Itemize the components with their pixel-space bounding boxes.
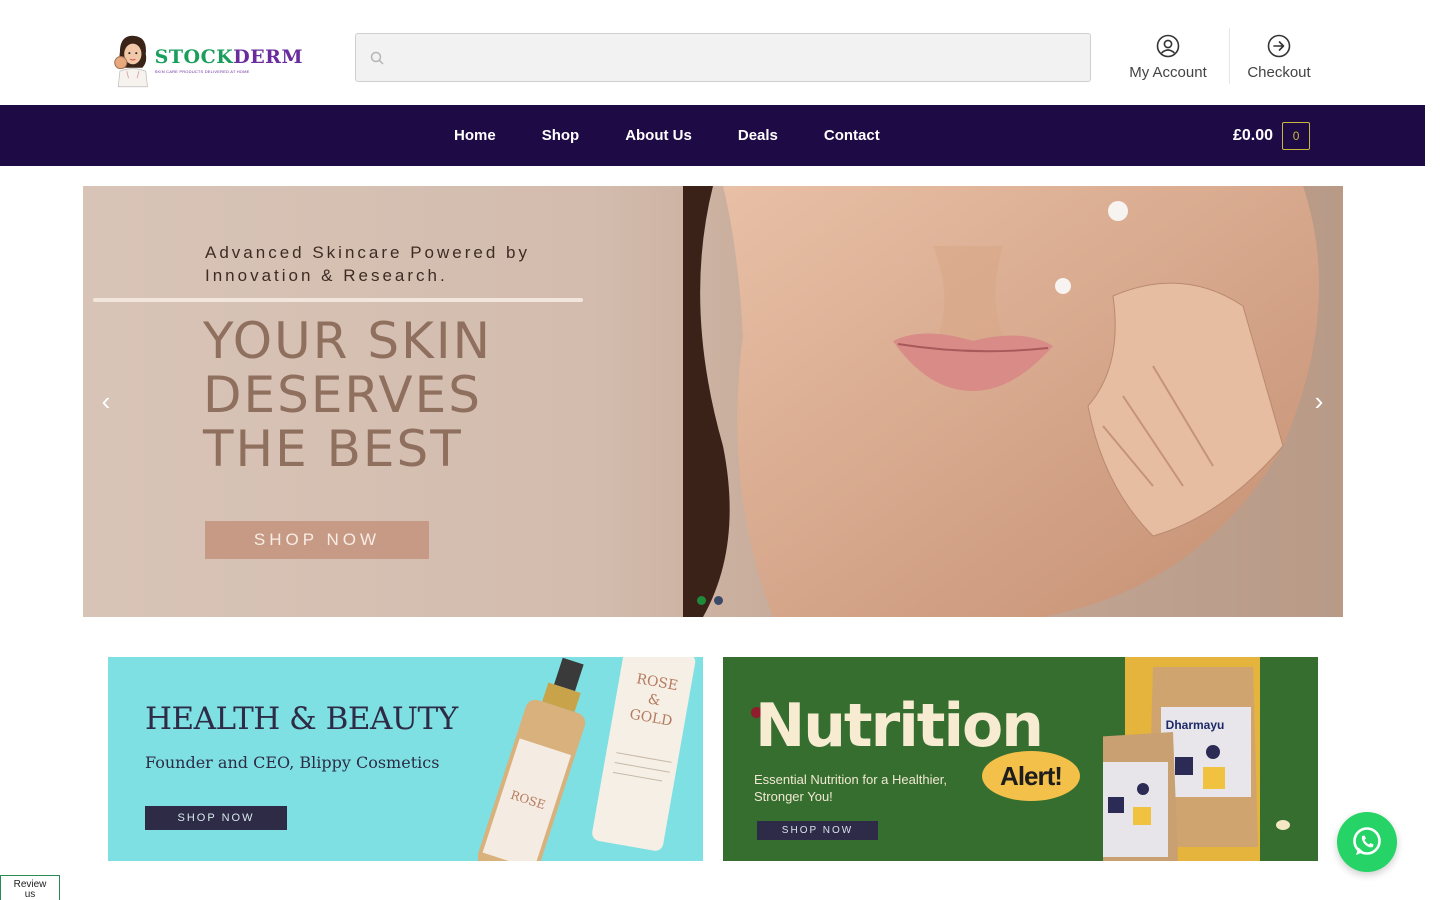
main-nav: Home Shop About Us Deals Contact £0.00 0 <box>0 105 1425 166</box>
toner-bottle-image: ROSE & GOLD <box>592 657 696 851</box>
site-logo[interactable]: STOCKDERM SKIN CARE PRODUCTS DELIVERED A… <box>113 28 303 92</box>
nutrition-banner[interactable]: Nutrition Alert! Essential Nutrition for… <box>723 657 1318 861</box>
health-banner-title: HEALTH & BEAUTY <box>145 701 458 737</box>
nav-item-shop[interactable]: Shop <box>519 127 603 144</box>
nutrition-banner-title: Nutrition <box>755 691 1044 761</box>
nav-item-about-us[interactable]: About Us <box>602 127 715 144</box>
nav-item-home[interactable]: Home <box>431 127 519 144</box>
logo-text-derm: DERM <box>233 45 303 68</box>
hero-subtitle-line-2: Innovation & Research. <box>205 266 448 285</box>
hero-subtitle-line-1: Advanced Skincare Powered by <box>205 243 530 262</box>
nutrition-subtitle-line-1: Essential Nutrition for a Healthier, <box>754 772 947 787</box>
nav-menu: Home Shop About Us Deals Contact <box>431 105 903 166</box>
slider-next-arrow-icon[interactable]: › <box>1306 386 1332 416</box>
nutrition-shop-now-button[interactable]: SHOP NOW <box>757 821 878 840</box>
hero-title-line-2: DESERVES <box>203 366 482 424</box>
hero-title-line-1: YOUR SKIN <box>203 312 493 370</box>
supplement-pouches-image: Dharmayu <box>1103 657 1290 861</box>
hero-shop-now-button[interactable]: SHOP NOW <box>205 521 429 559</box>
checkout-label: Checkout <box>1247 64 1311 81</box>
search-icon <box>370 51 384 65</box>
nav-item-deals[interactable]: Deals <box>715 127 801 144</box>
logo-text-stock: STOCK <box>154 45 234 68</box>
user-icon <box>1156 34 1180 58</box>
hero-slider: Advanced Skincare Powered by Innovation … <box>83 186 1343 617</box>
arrow-right-circle-icon <box>1267 34 1291 58</box>
review-us-label-line-2: us <box>24 889 36 900</box>
site-header: STOCKDERM SKIN CARE PRODUCTS DELIVERED A… <box>0 0 1425 105</box>
nutrition-banner-subtitle: Essential Nutrition for a Healthier, Str… <box>754 771 984 805</box>
page: STOCKDERM SKIN CARE PRODUCTS DELIVERED A… <box>0 0 1440 900</box>
health-banner-subtitle: Founder and CEO, Blippy Cosmetics <box>145 753 440 772</box>
slider-dot-2[interactable] <box>714 596 723 605</box>
hero-subtitle: Advanced Skincare Powered by Innovation … <box>205 241 565 287</box>
slider-dots <box>697 596 723 605</box>
my-account-label: My Account <box>1129 64 1207 81</box>
review-us-tab[interactable]: Review us <box>0 875 60 900</box>
search-bar <box>355 33 1091 82</box>
checkout-link[interactable]: Checkout <box>1229 34 1329 88</box>
slider-prev-arrow-icon[interactable]: ‹ <box>93 386 119 416</box>
nutrition-alert-badge: Alert! <box>982 751 1080 801</box>
logo-tagline: SKIN CARE PRODUCTS DELIVERED AT HOME <box>154 68 250 74</box>
pouch-brand-label: Dharmayu <box>1166 718 1225 732</box>
search-input[interactable] <box>392 42 1072 73</box>
hero-divider <box>93 298 583 302</box>
health-shop-now-button[interactable]: SHOP NOW <box>145 806 287 830</box>
hero-model-image <box>683 186 1319 617</box>
health-beauty-banner[interactable]: HEALTH & BEAUTY Founder and CEO, Blippy … <box>108 657 703 861</box>
my-account-link[interactable]: My Account <box>1118 34 1218 88</box>
hero-title-line-3: THE BEST <box>203 420 463 478</box>
whatsapp-chat-button[interactable] <box>1337 812 1397 872</box>
nav-item-contact[interactable]: Contact <box>801 127 903 144</box>
slider-dot-1[interactable] <box>697 596 706 605</box>
hero-title: YOUR SKIN DESERVES THE BEST <box>203 314 563 476</box>
mini-cart[interactable]: £0.00 0 <box>1233 121 1311 151</box>
whatsapp-icon <box>1353 827 1381 855</box>
cart-total: £0.00 <box>1233 127 1274 144</box>
cart-count-badge: 0 <box>1282 122 1311 150</box>
logo-face-icon <box>114 35 148 88</box>
nutrition-subtitle-line-2: Stronger You! <box>754 789 833 804</box>
